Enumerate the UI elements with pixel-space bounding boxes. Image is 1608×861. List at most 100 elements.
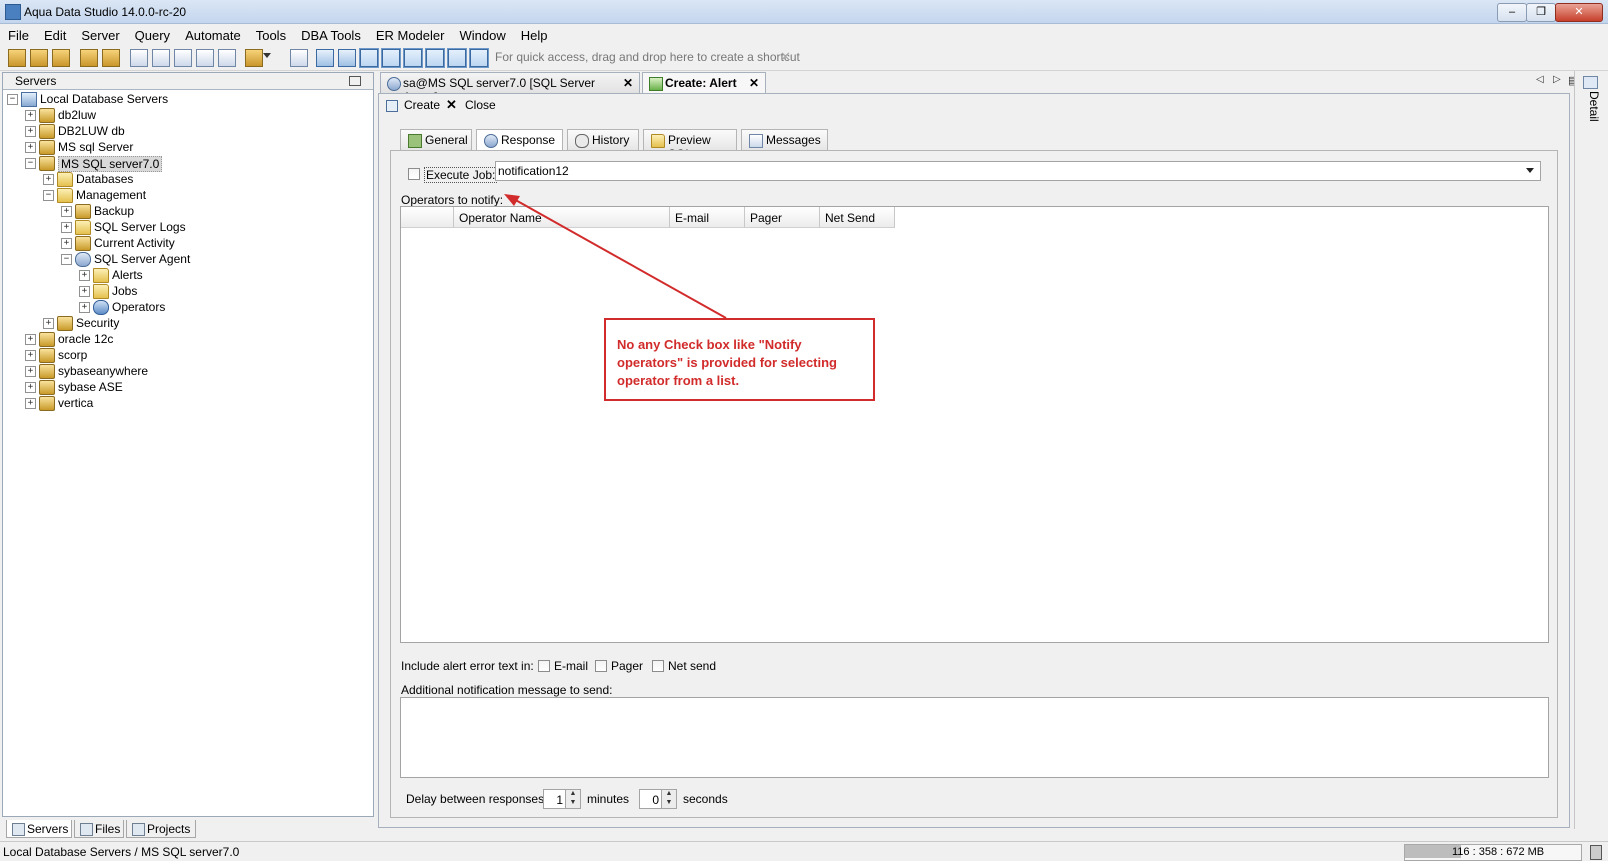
scroll-tabs-left-icon[interactable]: ◁ [1536, 74, 1544, 85]
include-pager-checkbox[interactable] [595, 660, 607, 672]
close-button[interactable]: Close [465, 98, 496, 112]
expand-icon[interactable]: + [25, 334, 36, 345]
database-server-icon [39, 140, 55, 155]
register-server-icon[interactable] [52, 49, 70, 67]
spinner-up-icon[interactable]: ▲ [565, 790, 580, 799]
grid-view-icon[interactable] [316, 49, 334, 67]
schema-browser-icon[interactable] [174, 49, 192, 67]
layout-split-icon[interactable] [403, 48, 423, 68]
job-select[interactable]: notification12 [495, 161, 1541, 181]
edit-server-icon[interactable] [30, 49, 48, 67]
menu-er-modeler[interactable]: ER Modeler [368, 25, 452, 45]
menu-edit[interactable]: Edit [36, 25, 73, 45]
tab-general[interactable]: General [400, 129, 472, 150]
detail-panel-icon[interactable] [1583, 76, 1598, 89]
tab-create-alert[interactable]: Create: Alert ✕ [642, 72, 766, 93]
column-header-pager[interactable]: Pager [745, 207, 820, 228]
spinner-down-icon[interactable]: ▼ [565, 799, 580, 808]
options-icon[interactable] [245, 49, 263, 67]
expand-icon[interactable]: + [25, 350, 36, 361]
panel-layout-icon[interactable] [338, 49, 356, 67]
disconnect-icon[interactable] [102, 49, 120, 67]
expand-icon[interactable]: + [25, 398, 36, 409]
spinner-up-icon[interactable]: ▲ [661, 790, 676, 799]
compare-icon[interactable] [196, 49, 214, 67]
include-net-send-checkbox[interactable] [652, 660, 664, 672]
expand-icon[interactable]: + [61, 222, 72, 233]
expand-icon[interactable]: + [43, 174, 54, 185]
layout-chart-icon[interactable] [469, 48, 489, 68]
memory-usage-bar[interactable]: 116 : 358 : 672 MB [1404, 844, 1582, 861]
history-icon[interactable] [290, 49, 308, 67]
menu-window[interactable]: Window [451, 25, 512, 45]
include-email-checkbox[interactable] [538, 660, 550, 672]
menu-server[interactable]: Server [73, 25, 126, 45]
tab-messages[interactable]: Messages [741, 129, 828, 150]
tree-item-label: MS SQL server7.0 [58, 156, 163, 172]
expand-icon[interactable]: + [79, 302, 90, 313]
menu-help[interactable]: Help [513, 25, 555, 45]
expand-icon[interactable]: + [43, 318, 54, 329]
connect-icon[interactable] [80, 49, 98, 67]
column-header-net-send[interactable]: Net Send [820, 207, 895, 228]
new-server-icon[interactable] [8, 49, 26, 67]
collapse-icon[interactable]: − [43, 190, 54, 201]
execute-job-checkbox[interactable] [408, 168, 420, 180]
shortcut-hint: For quick access, drag and drop here to … [495, 50, 800, 64]
menu-query[interactable]: Query [127, 25, 177, 45]
delay-seconds-spinner[interactable]: 0 ▲ ▼ [639, 789, 677, 809]
create-button[interactable]: Create [404, 98, 440, 112]
expand-icon[interactable]: + [25, 110, 36, 121]
expand-icon[interactable]: + [79, 286, 90, 297]
maximize-panel-icon[interactable] [349, 76, 361, 86]
minimize-button[interactable]: – [1497, 3, 1527, 22]
open-file-icon[interactable] [152, 49, 170, 67]
layout-list-icon[interactable] [425, 48, 445, 68]
tab-sql-server-agent[interactable]: sa@MS SQL server7.0 [SQL Server Agent] ✕ [380, 72, 640, 104]
expand-icon[interactable]: + [25, 382, 36, 393]
tab-servers[interactable]: Servers [6, 820, 72, 838]
layout-left-icon[interactable] [359, 48, 379, 68]
detail-tab[interactable]: Detail [1583, 91, 1601, 151]
tab-projects[interactable]: Projects [126, 820, 196, 838]
close-tab-icon[interactable]: ✕ [623, 76, 633, 90]
collapse-icon[interactable]: − [61, 254, 72, 265]
expand-icon[interactable]: + [79, 270, 90, 281]
collapse-icon[interactable]: − [7, 94, 18, 105]
column-header-email[interactable]: E-mail [670, 207, 745, 228]
monitor-icon[interactable] [218, 49, 236, 67]
collapse-icon[interactable]: − [25, 158, 36, 169]
additional-message-textarea[interactable] [400, 697, 1549, 778]
garbage-collect-icon[interactable] [1590, 845, 1602, 860]
delay-minutes-value: 1 [556, 793, 563, 807]
close-hint-icon[interactable]: ✕ [780, 49, 791, 65]
restore-button[interactable]: ❐ [1526, 3, 1556, 22]
tab-history[interactable]: History [567, 129, 639, 150]
dropdown-arrow-icon[interactable] [263, 53, 271, 58]
operators-table[interactable]: Operator Name E-mail Pager Net Send [400, 206, 1549, 643]
tab-files[interactable]: Files [74, 820, 124, 838]
tab-response[interactable]: Response [476, 129, 563, 150]
menu-dba-tools[interactable]: DBA Tools [293, 25, 368, 45]
expand-icon[interactable]: + [25, 366, 36, 377]
close-window-button[interactable]: ✕ [1555, 3, 1603, 22]
layout-table-icon[interactable] [381, 48, 401, 68]
tab-preview-sql[interactable]: Preview SQL [643, 129, 737, 161]
column-header-operator-name[interactable]: Operator Name [454, 207, 670, 228]
menu-automate[interactable]: Automate [177, 25, 248, 45]
layout-tiles-icon[interactable] [447, 48, 467, 68]
scroll-tabs-right-icon[interactable]: ▷ [1553, 74, 1561, 85]
spinner-down-icon[interactable]: ▼ [661, 799, 676, 808]
menu-tools[interactable]: Tools [248, 25, 293, 45]
menu-file[interactable]: File [0, 25, 36, 45]
expand-icon[interactable]: + [25, 126, 36, 137]
query-window-icon[interactable] [130, 49, 148, 67]
column-header-select[interactable] [401, 207, 454, 228]
folder-icon [93, 268, 109, 283]
expand-icon[interactable]: + [61, 238, 72, 249]
close-tab-icon[interactable]: ✕ [749, 76, 759, 90]
delay-minutes-spinner[interactable]: 1 ▲ ▼ [543, 789, 581, 809]
expand-icon[interactable]: + [61, 206, 72, 217]
include-pager-label: Pager [611, 659, 644, 673]
expand-icon[interactable]: + [25, 142, 36, 153]
